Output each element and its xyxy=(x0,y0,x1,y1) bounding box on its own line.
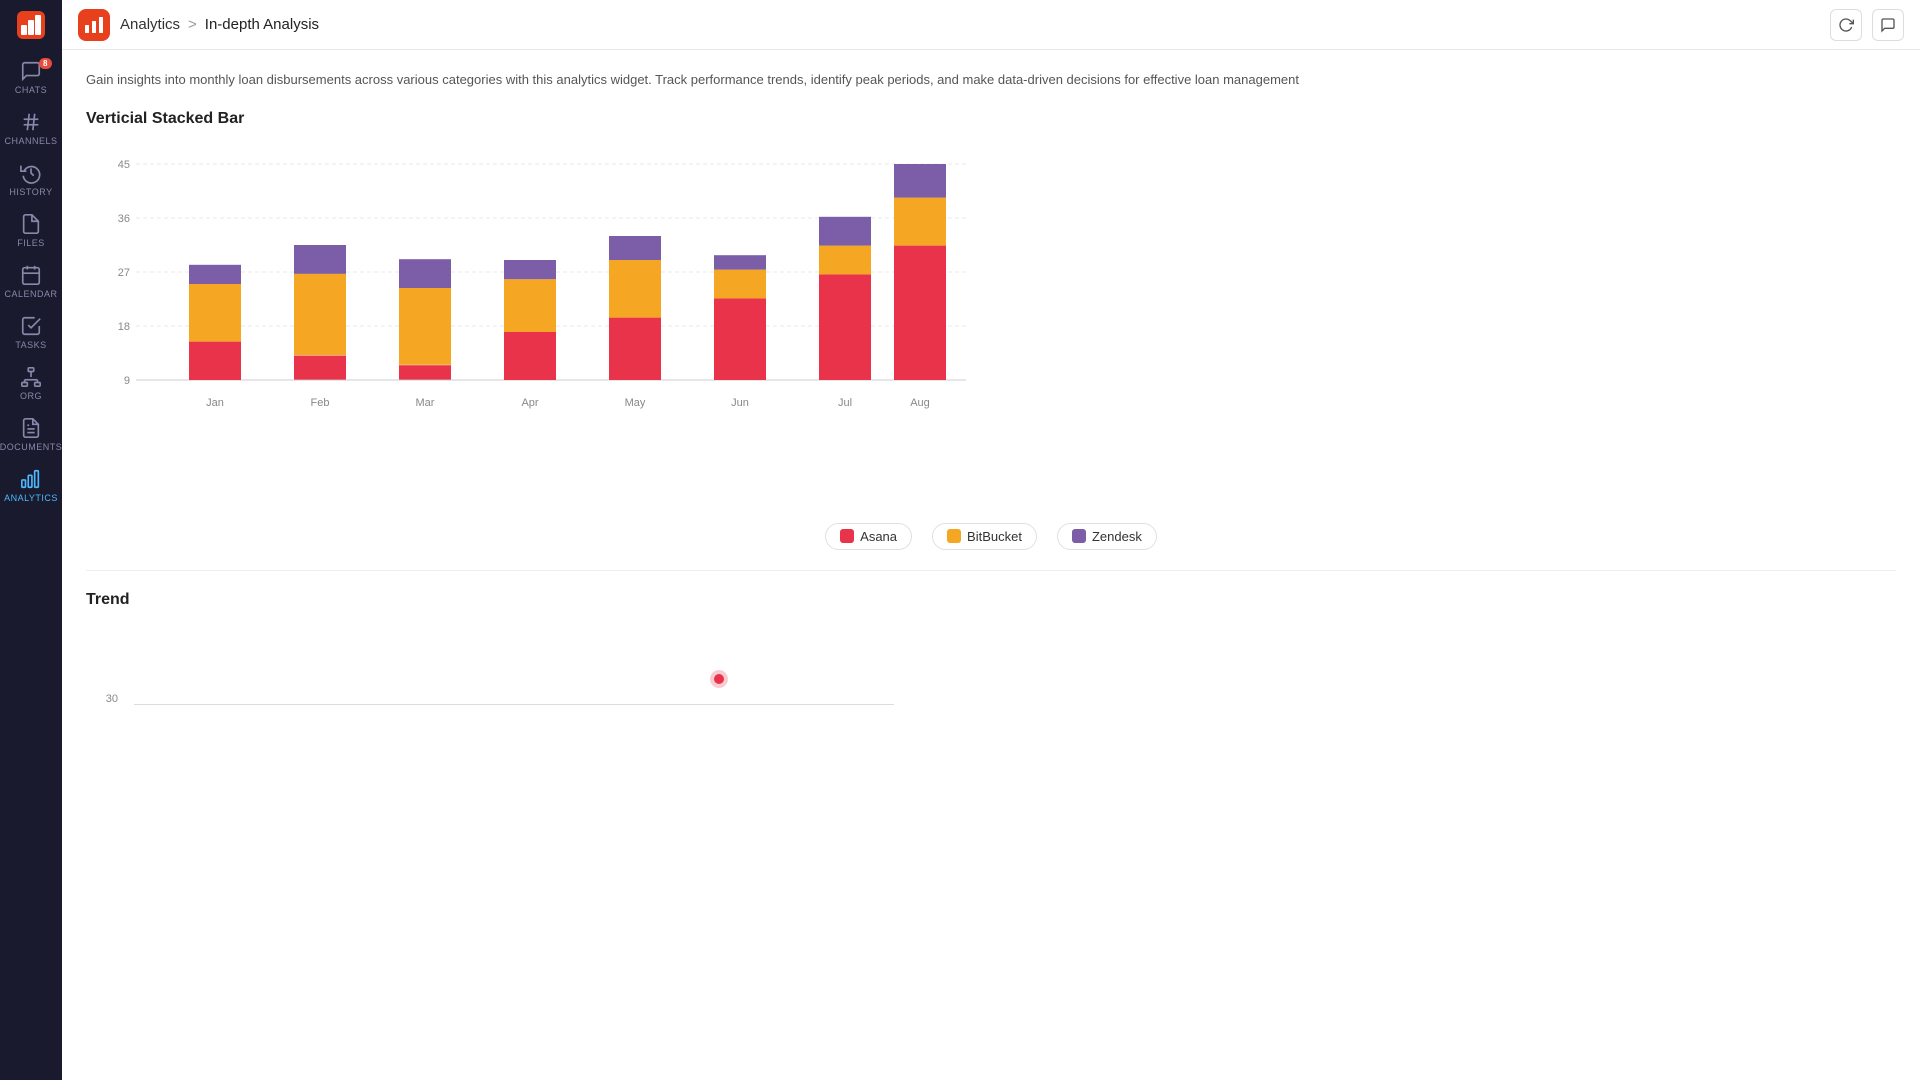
bar-aug-asana[interactable] xyxy=(894,245,946,379)
description-text: Gain insights into monthly loan disburse… xyxy=(86,70,1896,90)
chats-badge: 8 xyxy=(39,58,52,69)
sidebar-item-chats[interactable]: 8 CHATS xyxy=(0,50,62,101)
sidebar-item-history[interactable]: HISTORY xyxy=(0,152,62,203)
app-logo xyxy=(78,9,110,41)
bar-feb-bitbucket[interactable] xyxy=(294,273,346,355)
sidebar-item-analytics[interactable]: ANALYTICS xyxy=(0,458,62,509)
bar-jul-asana[interactable] xyxy=(819,274,871,380)
stacked-bar-chart: 9 18 27 36 45 Jan Feb xyxy=(86,144,1896,499)
svg-text:Feb: Feb xyxy=(311,397,330,409)
legend-dot-zendesk xyxy=(1072,529,1086,543)
header: Analytics > In-depth Analysis xyxy=(62,0,1920,50)
bar-jun-zendesk[interactable] xyxy=(714,255,766,269)
bar-jan-zendesk[interactable] xyxy=(189,264,241,283)
svg-text:9: 9 xyxy=(124,375,130,387)
stacked-bar-title: Verticial Stacked Bar xyxy=(86,110,1896,128)
header-actions xyxy=(1830,9,1904,41)
bar-apr-zendesk[interactable] xyxy=(504,260,556,279)
bar-feb-asana[interactable] xyxy=(294,355,346,379)
bar-mar-asana[interactable] xyxy=(399,365,451,379)
sidebar-label-history: HISTORY xyxy=(9,187,52,197)
trend-title: Trend xyxy=(86,591,1896,609)
bar-apr-bitbucket[interactable] xyxy=(504,279,556,332)
bar-feb-zendesk[interactable] xyxy=(294,245,346,274)
breadcrumb-separator: > xyxy=(188,16,197,33)
breadcrumb-current: In-depth Analysis xyxy=(205,16,319,33)
svg-text:27: 27 xyxy=(118,267,130,279)
bar-may-zendesk[interactable] xyxy=(609,236,661,260)
bar-jun-bitbucket[interactable] xyxy=(714,269,766,298)
bar-may-asana[interactable] xyxy=(609,317,661,379)
sidebar-label-org: ORG xyxy=(20,391,42,401)
svg-text:Mar: Mar xyxy=(416,397,435,409)
refresh-button[interactable] xyxy=(1830,9,1862,41)
sidebar-label-channels: CHANNELS xyxy=(4,136,57,146)
bar-may-bitbucket[interactable] xyxy=(609,260,661,318)
legend-bitbucket[interactable]: BitBucket xyxy=(932,523,1037,550)
chat-button[interactable] xyxy=(1872,9,1904,41)
svg-text:Apr: Apr xyxy=(521,397,538,409)
main-content: Gain insights into monthly loan disburse… xyxy=(62,50,1920,1080)
bar-jun-asana[interactable] xyxy=(714,298,766,380)
breadcrumb-app: Analytics xyxy=(120,16,180,33)
stacked-bar-section: Verticial Stacked Bar 9 18 27 36 xyxy=(86,110,1896,550)
trend-data-point xyxy=(714,674,724,684)
legend-dot-asana xyxy=(840,529,854,543)
sidebar: 8 CHATS CHANNELS HISTORY FILES xyxy=(0,0,62,1080)
bar-apr-asana[interactable] xyxy=(504,332,556,380)
sidebar-label-tasks: TASKS xyxy=(15,340,46,350)
legend-label-zendesk: Zendesk xyxy=(1092,529,1142,544)
sidebar-item-documents[interactable]: DOCUMENTS xyxy=(0,407,62,458)
bar-jan-asana[interactable] xyxy=(189,341,241,379)
sidebar-logo xyxy=(0,0,62,50)
legend-asana[interactable]: Asana xyxy=(825,523,912,550)
sidebar-label-analytics: ANALYTICS xyxy=(4,493,58,503)
svg-text:Jul: Jul xyxy=(838,397,852,409)
legend-label-asana: Asana xyxy=(860,529,897,544)
trend-y-label: 30 xyxy=(86,693,126,705)
bar-mar-zendesk[interactable] xyxy=(399,259,451,288)
legend-dot-bitbucket xyxy=(947,529,961,543)
chart-legend: Asana BitBucket Zendesk xyxy=(86,523,1896,550)
svg-text:Aug: Aug xyxy=(910,397,930,409)
bar-mar-bitbucket[interactable] xyxy=(399,288,451,365)
svg-text:Jun: Jun xyxy=(731,397,749,409)
bar-aug-zendesk[interactable] xyxy=(894,164,946,198)
sidebar-item-tasks[interactable]: TASKS xyxy=(0,305,62,356)
sidebar-item-calendar[interactable]: CALENDAR xyxy=(0,254,62,305)
sidebar-label-calendar: CALENDAR xyxy=(4,289,57,299)
sidebar-label-files: FILES xyxy=(17,238,45,248)
sidebar-label-documents: DOCUMENTS xyxy=(0,442,62,452)
svg-text:45: 45 xyxy=(118,159,130,171)
sidebar-item-org[interactable]: ORG xyxy=(0,356,62,407)
section-divider xyxy=(86,570,1896,571)
sidebar-item-channels[interactable]: CHANNELS xyxy=(0,101,62,152)
legend-zendesk[interactable]: Zendesk xyxy=(1057,523,1157,550)
bar-jul-zendesk[interactable] xyxy=(819,216,871,245)
svg-text:Jan: Jan xyxy=(206,397,224,409)
bar-jul-bitbucket[interactable] xyxy=(819,245,871,274)
svg-text:36: 36 xyxy=(118,213,130,225)
sidebar-label-chats: CHATS xyxy=(15,85,47,95)
legend-label-bitbucket: BitBucket xyxy=(967,529,1022,544)
breadcrumb: Analytics > In-depth Analysis xyxy=(120,16,319,33)
sidebar-item-files[interactable]: FILES xyxy=(0,203,62,254)
trend-section: Trend 30 xyxy=(86,591,1896,705)
svg-text:18: 18 xyxy=(118,321,130,333)
main-panel: Analytics > In-depth Analysis Gain insig… xyxy=(62,0,1920,1080)
bar-jan-bitbucket[interactable] xyxy=(189,284,241,342)
bar-aug-bitbucket[interactable] xyxy=(894,197,946,245)
svg-text:May: May xyxy=(625,397,646,409)
